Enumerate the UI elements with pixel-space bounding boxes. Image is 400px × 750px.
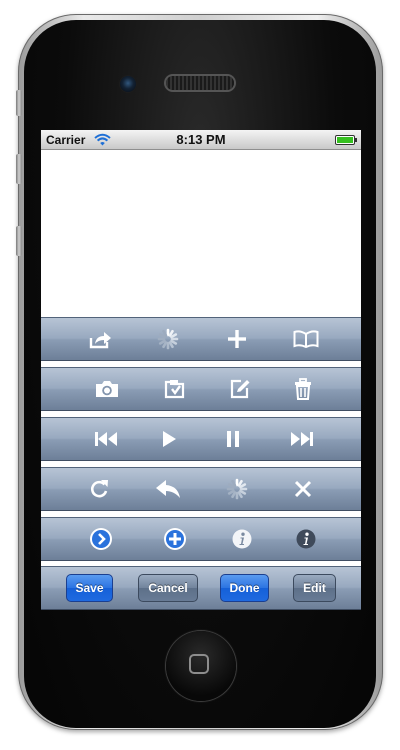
stop-icon [294, 480, 312, 498]
reply-icon [156, 480, 180, 498]
add-button[interactable] [215, 318, 259, 360]
pause-button[interactable] [211, 418, 255, 460]
play-button[interactable] [147, 418, 191, 460]
organize-icon [164, 380, 185, 399]
detail-disclosure-button[interactable] [79, 518, 123, 560]
fast-forward-button[interactable] [280, 418, 324, 460]
camera-button[interactable] [85, 368, 129, 410]
done-button[interactable]: Done [220, 574, 269, 602]
play-icon [163, 431, 176, 447]
info-light-button[interactable] [220, 518, 264, 560]
toolbar-2 [41, 367, 361, 411]
bookmarks-button[interactable] [284, 318, 328, 360]
trash-icon [295, 378, 311, 400]
volume-up-button [16, 154, 22, 184]
activity-spinner-icon [226, 478, 248, 500]
mute-switch [16, 90, 22, 116]
activity-spinner-1 [146, 318, 190, 360]
earpiece-speaker [166, 76, 234, 90]
status-bar: Carrier 8:13 PM [41, 130, 361, 150]
bookmarks-icon [293, 330, 319, 348]
compose-button[interactable] [218, 368, 262, 410]
share-button[interactable] [78, 318, 122, 360]
toolbar-1 [41, 317, 361, 361]
toolbar-6: Save Cancel Done Edit [41, 566, 361, 610]
content-area [41, 150, 361, 317]
info-dark-button[interactable] [284, 518, 328, 560]
battery-icon [335, 135, 357, 145]
home-button[interactable] [166, 631, 236, 701]
share-icon [89, 332, 111, 349]
front-camera-icon [120, 76, 136, 92]
save-button[interactable]: Save [66, 574, 113, 602]
organize-button[interactable] [153, 368, 197, 410]
camera-icon [96, 381, 118, 397]
stop-button[interactable] [281, 468, 325, 510]
activity-spinner-2 [215, 468, 259, 510]
rewind-button[interactable] [84, 418, 128, 460]
info-light-icon [232, 529, 252, 549]
refresh-button[interactable] [77, 468, 121, 510]
pause-icon [227, 431, 239, 447]
refresh-icon [90, 480, 108, 498]
volume-down-button [16, 226, 22, 256]
cancel-button[interactable]: Cancel [138, 574, 198, 602]
fast-forward-icon [291, 432, 313, 446]
screen: Carrier 8:13 PM Save Cancel Done Edit [41, 130, 361, 610]
reply-button[interactable] [146, 468, 190, 510]
detail-disclosure-icon [90, 528, 112, 550]
trash-button[interactable] [281, 368, 325, 410]
compose-icon [230, 379, 250, 399]
home-square-icon [189, 654, 209, 674]
add-icon [228, 330, 246, 348]
clock-label: 8:13 PM [176, 132, 226, 147]
edit-button[interactable]: Edit [293, 574, 336, 602]
toolbar-5 [41, 517, 361, 561]
contact-add-icon [164, 528, 186, 550]
activity-spinner-icon [157, 328, 179, 350]
toolbar-4 [41, 467, 361, 511]
info-dark-icon [296, 529, 316, 549]
contact-add-button[interactable] [153, 518, 197, 560]
toolbar-3 [41, 417, 361, 461]
rewind-icon [95, 432, 117, 446]
